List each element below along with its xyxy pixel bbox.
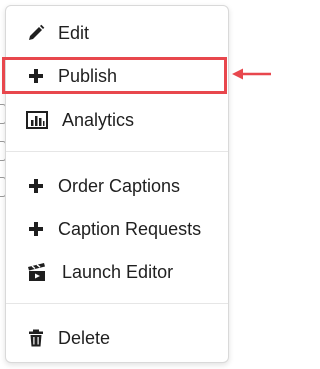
- menu-item-label: Analytics: [62, 109, 135, 130]
- menu-item-label: Caption Requests: [58, 218, 202, 239]
- menu-item-label: Order Captions: [58, 175, 181, 196]
- highlight-box: [2, 57, 227, 94]
- pencil-icon: [26, 23, 46, 43]
- menu-item-launch-editor[interactable]: Launch Editor: [6, 253, 230, 291]
- trash-icon: [26, 328, 46, 348]
- menu-item-delete[interactable]: Delete: [6, 319, 230, 357]
- menu-divider: [6, 151, 228, 152]
- pointer-arrow-icon: [232, 68, 271, 80]
- menu-item-label: Edit: [58, 22, 90, 43]
- plus-icon: [26, 219, 46, 239]
- screenshot-stage: Edit Publish Analytics Order Captions Ca…: [0, 0, 280, 369]
- menu-item-order-captions[interactable]: Order Captions: [6, 167, 230, 205]
- menu-item-edit[interactable]: Edit: [6, 14, 230, 52]
- plus-icon: [26, 176, 46, 196]
- menu-item-label: Delete: [58, 327, 111, 348]
- bar-chart-icon: [26, 110, 48, 130]
- film-clapper-icon: [26, 262, 48, 282]
- menu-divider: [6, 303, 228, 304]
- menu-item-analytics[interactable]: Analytics: [6, 101, 230, 139]
- menu-item-label: Launch Editor: [62, 261, 174, 282]
- menu-item-caption-requests[interactable]: Caption Requests: [6, 210, 230, 248]
